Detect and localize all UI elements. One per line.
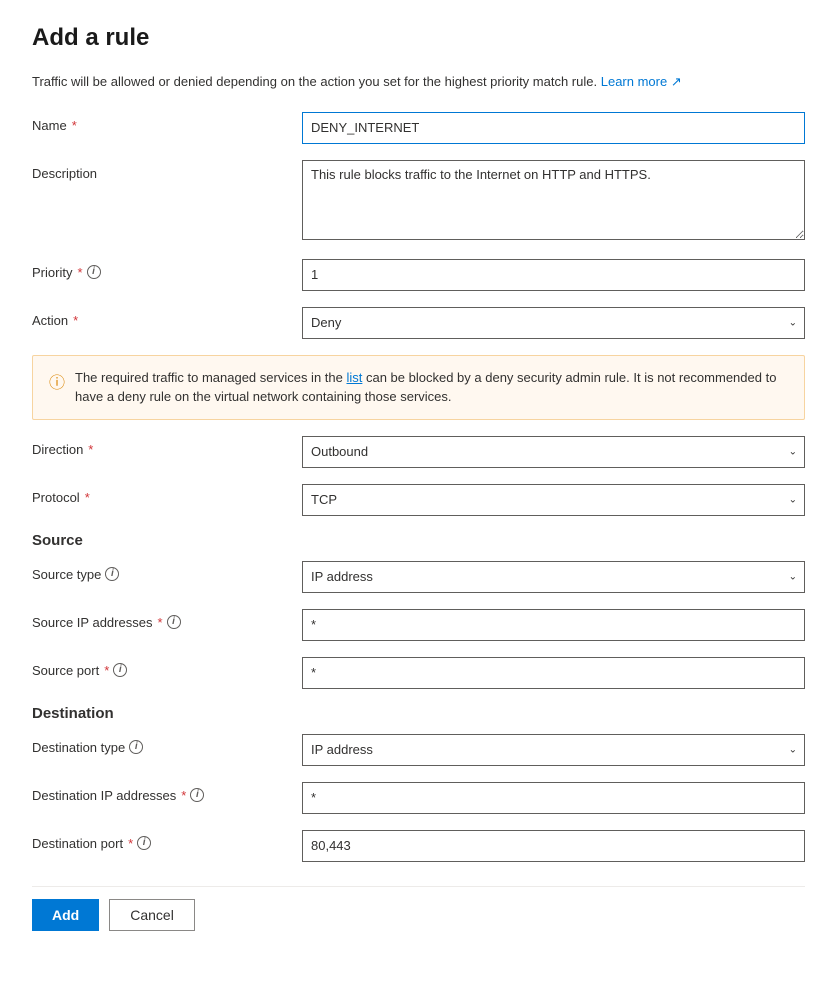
description-input[interactable]: This rule blocks traffic to the Internet… [302,160,805,240]
source-ip-row: Source IP addresses * i [32,609,805,641]
destination-ip-row: Destination IP addresses * i [32,782,805,814]
destination-type-label: Destination type i [32,734,302,755]
name-required: * [72,118,77,133]
name-label: Name * [32,112,302,133]
direction-select-wrapper: Inbound Outbound ⌄ [302,436,805,468]
add-button[interactable]: Add [32,899,99,931]
protocol-row: Protocol * Any TCP UDP ICMP ⌄ [32,484,805,516]
action-row: Action * Allow Deny Always Allow ⌄ [32,307,805,339]
destination-port-input[interactable] [302,830,805,862]
destination-port-label: Destination port * i [32,830,302,851]
destination-type-info-icon[interactable]: i [129,740,143,754]
source-type-field-wrapper: IP address Service Tag ⌄ [302,561,805,593]
destination-type-select-wrapper: IP address Service Tag ⌄ [302,734,805,766]
source-type-label: Source type i [32,561,302,582]
intro-text: Traffic will be allowed or denied depend… [32,72,805,92]
destination-port-row: Destination port * i [32,830,805,862]
source-port-label: Source port * i [32,657,302,678]
direction-label: Direction * [32,436,302,457]
warning-text: The required traffic to managed services… [75,368,788,407]
action-select[interactable]: Allow Deny Always Allow [302,307,805,339]
destination-type-row: Destination type i IP address Service Ta… [32,734,805,766]
destination-ip-label: Destination IP addresses * i [32,782,302,803]
destination-ip-input[interactable] [302,782,805,814]
source-section-header: Source [32,532,805,549]
warning-box: ⓘ The required traffic to managed servic… [32,355,805,420]
name-field-wrapper [302,112,805,144]
action-required: * [73,313,78,328]
description-field-wrapper: This rule blocks traffic to the Internet… [302,160,805,243]
priority-info-icon[interactable]: i [87,265,101,279]
description-row: Description This rule blocks traffic to … [32,160,805,243]
cancel-button[interactable]: Cancel [109,899,195,931]
protocol-select[interactable]: Any TCP UDP ICMP [302,484,805,516]
protocol-field-wrapper: Any TCP UDP ICMP ⌄ [302,484,805,516]
source-port-required: * [104,663,109,678]
warning-list-link[interactable]: list [346,370,362,385]
destination-port-field-wrapper [302,830,805,862]
source-type-select[interactable]: IP address Service Tag [302,561,805,593]
source-ip-required: * [157,615,162,630]
learn-more-link[interactable]: Learn more ↗ [601,74,682,89]
priority-required: * [77,265,82,280]
priority-label: Priority * i [32,259,302,280]
direction-required: * [88,442,93,457]
destination-type-field-wrapper: IP address Service Tag ⌄ [302,734,805,766]
priority-row: Priority * i [32,259,805,291]
direction-select[interactable]: Inbound Outbound [302,436,805,468]
action-field-wrapper: Allow Deny Always Allow ⌄ [302,307,805,339]
protocol-label: Protocol * [32,484,302,505]
destination-ip-required: * [181,788,186,803]
source-port-row: Source port * i [32,657,805,689]
name-input[interactable] [302,112,805,144]
priority-input[interactable] [302,259,805,291]
destination-port-required: * [128,836,133,851]
description-label: Description [32,160,302,181]
source-type-select-wrapper: IP address Service Tag ⌄ [302,561,805,593]
action-label: Action * [32,307,302,328]
source-port-input[interactable] [302,657,805,689]
button-row: Add Cancel [32,886,805,931]
direction-field-wrapper: Inbound Outbound ⌄ [302,436,805,468]
source-port-field-wrapper [302,657,805,689]
warning-icon: ⓘ [49,369,65,393]
source-ip-label: Source IP addresses * i [32,609,302,630]
source-ip-info-icon[interactable]: i [167,615,181,629]
protocol-select-wrapper: Any TCP UDP ICMP ⌄ [302,484,805,516]
source-ip-input[interactable] [302,609,805,641]
destination-type-select[interactable]: IP address Service Tag [302,734,805,766]
page-title: Add a rule [32,24,805,52]
source-ip-field-wrapper [302,609,805,641]
priority-field-wrapper [302,259,805,291]
destination-ip-info-icon[interactable]: i [190,788,204,802]
source-type-info-icon[interactable]: i [105,567,119,581]
name-row: Name * [32,112,805,144]
action-select-wrapper: Allow Deny Always Allow ⌄ [302,307,805,339]
protocol-required: * [85,490,90,505]
source-port-info-icon[interactable]: i [113,663,127,677]
source-type-row: Source type i IP address Service Tag ⌄ [32,561,805,593]
destination-section-header: Destination [32,705,805,722]
external-link-icon: ↗ [671,74,682,89]
direction-row: Direction * Inbound Outbound ⌄ [32,436,805,468]
destination-ip-field-wrapper [302,782,805,814]
destination-port-info-icon[interactable]: i [137,836,151,850]
